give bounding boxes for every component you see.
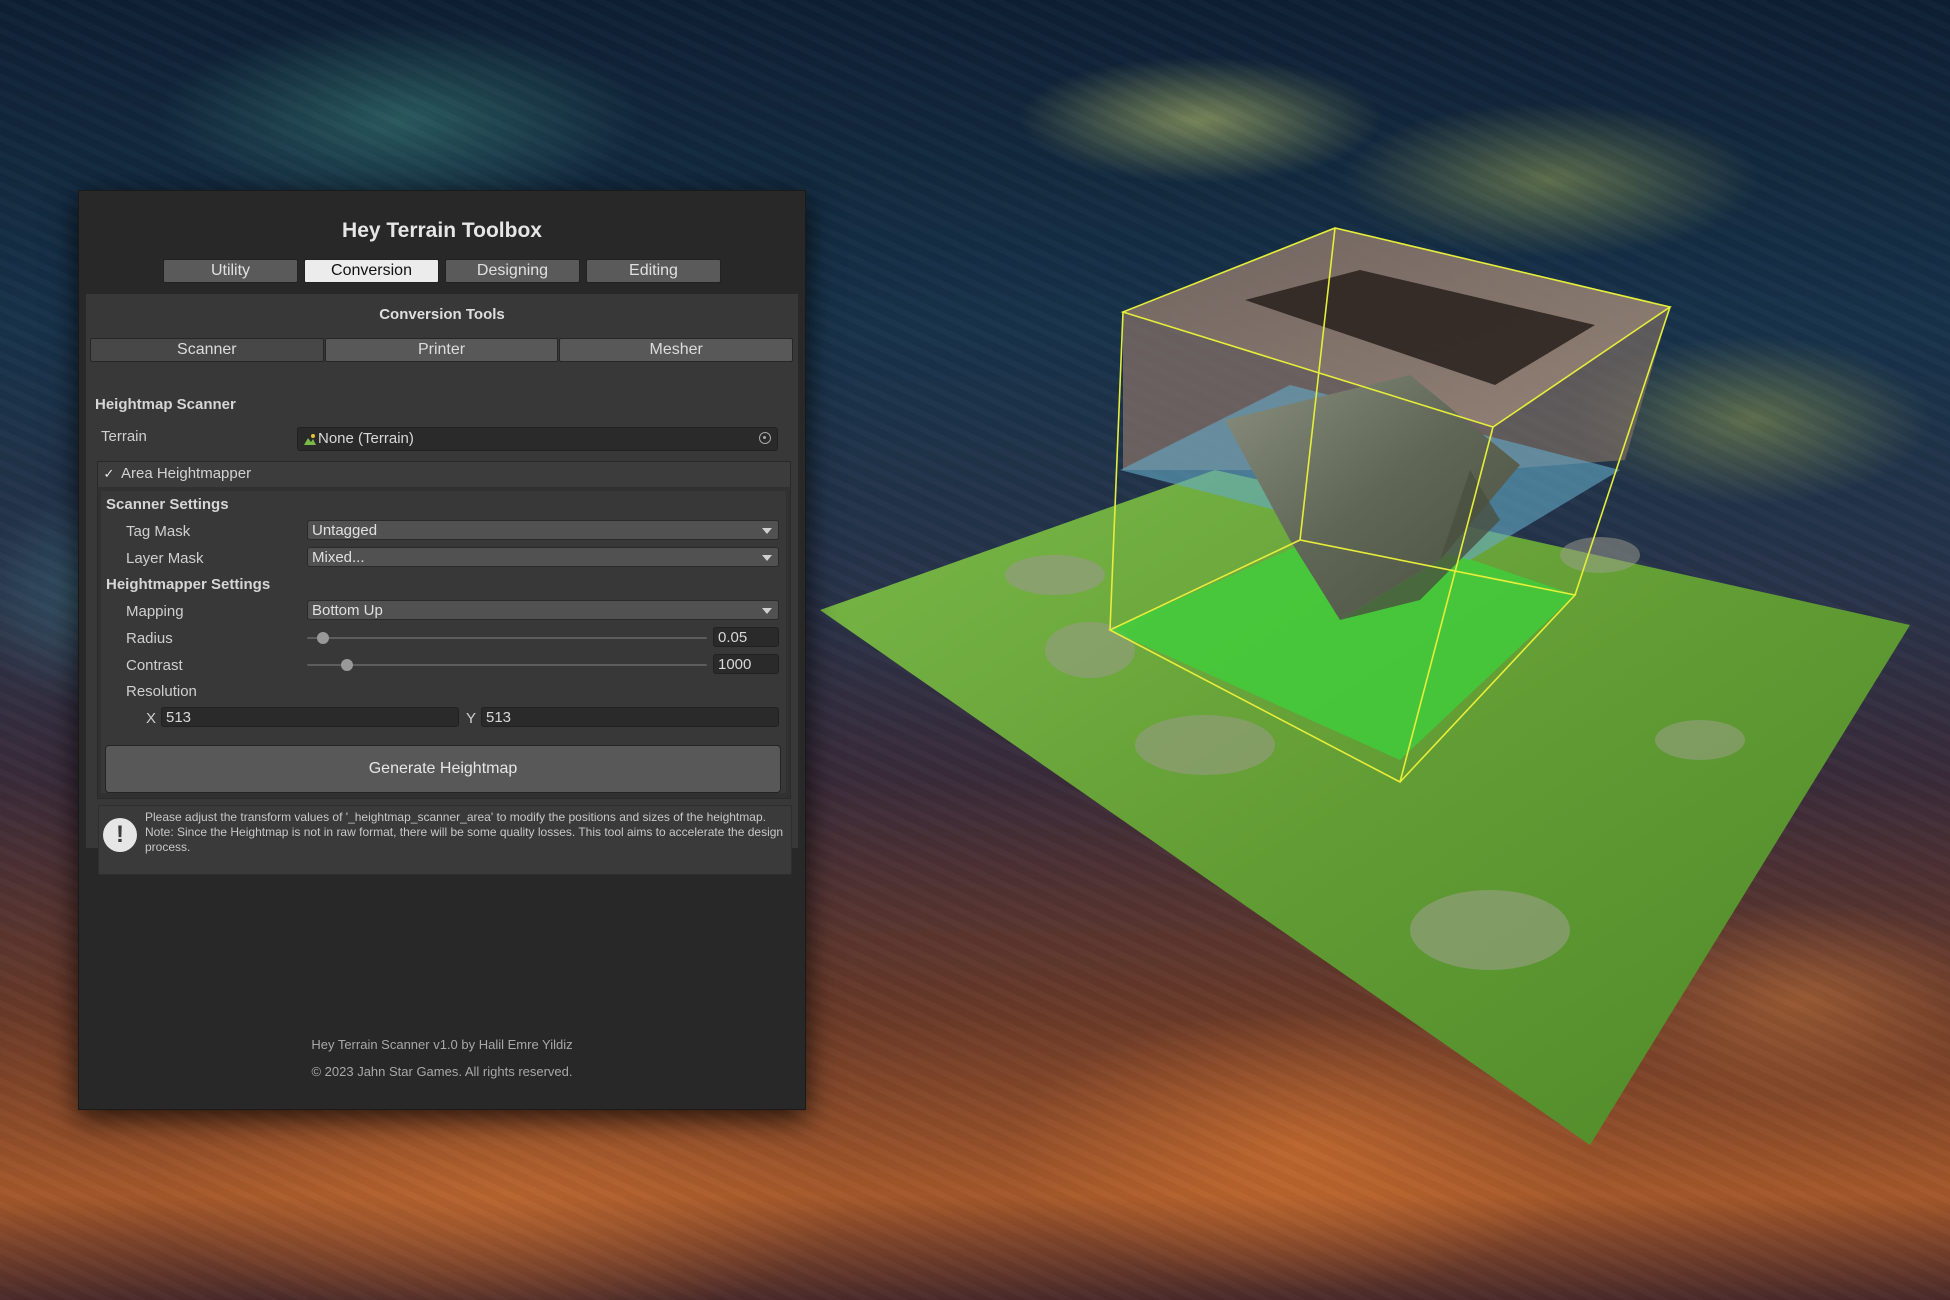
tab-designing[interactable]: Designing [445, 259, 580, 283]
terrain-rock-patch [1005, 555, 1105, 595]
terrain-rock-patch [1560, 537, 1640, 573]
generate-heightmap-button[interactable]: Generate Heightmap [105, 745, 781, 793]
mapping-label: Mapping [126, 603, 184, 620]
area-heightmapper-checkbox[interactable]: ✓ [102, 467, 116, 481]
resolution-label: Resolution [126, 683, 197, 700]
mapping-dropdown[interactable]: Bottom Up [307, 600, 779, 620]
chevron-down-icon [762, 608, 772, 614]
panel-title: Conversion Tools [379, 306, 505, 323]
res-x-input[interactable]: 513 [161, 707, 459, 727]
contrast-input[interactable]: 1000 [713, 654, 779, 674]
layer-mask-value: Mixed... [312, 549, 365, 566]
area-heightmapper-header[interactable]: ✓ Area Heightmapper [98, 462, 790, 487]
tab-utility[interactable]: Utility [163, 259, 298, 283]
terrain-value: None (Terrain) [318, 430, 414, 447]
subtab-scanner[interactable]: Scanner [90, 338, 324, 362]
heightmap-scanner-heading: Heightmap Scanner [95, 396, 236, 413]
contrast-slider[interactable] [307, 659, 707, 671]
tab-editing[interactable]: Editing [586, 259, 721, 283]
heightmapper-settings-heading: Heightmapper Settings [106, 576, 271, 593]
radius-slider-thumb[interactable] [317, 632, 329, 644]
main-tab-bar: Utility Conversion Designing Editing [163, 259, 721, 283]
mapping-value: Bottom Up [312, 602, 383, 619]
tag-mask-dropdown[interactable]: Untagged [307, 520, 779, 540]
radius-slider[interactable] [307, 632, 707, 644]
footer-credit: Hey Terrain Scanner v1.0 by Halil Emre Y… [311, 1037, 573, 1052]
help-box: ! Please adjust the transform values of … [98, 805, 792, 875]
terrain-icon [304, 434, 316, 445]
warning-icon: ! [103, 818, 137, 852]
contrast-label: Contrast [126, 657, 183, 674]
help-text: Please adjust the transform values of '_… [145, 810, 785, 855]
tab-conversion[interactable]: Conversion [304, 259, 439, 283]
object-picker-icon[interactable] [759, 432, 771, 444]
res-x-label: X [146, 710, 157, 727]
footer-copyright: © 2023 Jahn Star Games. All rights reser… [311, 1064, 573, 1079]
window-title: Hey Terrain Toolbox [342, 219, 542, 242]
subtab-printer[interactable]: Printer [324, 338, 559, 362]
area-heightmapper-label: Area Heightmapper [121, 465, 252, 482]
contrast-slider-thumb[interactable] [341, 659, 353, 671]
terrain-rock-patch [1410, 890, 1570, 970]
tag-mask-value: Untagged [312, 522, 378, 539]
terrain-rock-patch [1135, 715, 1275, 775]
res-y-label: Y [466, 710, 477, 727]
terrain-label: Terrain [101, 428, 147, 445]
scanner-settings-heading: Scanner Settings [106, 496, 229, 513]
radius-label: Radius [126, 630, 173, 647]
help-line-2: Note: Since the Heightmap is not in raw … [145, 825, 784, 854]
sub-tab-bar: Scanner Printer Mesher [90, 338, 794, 362]
radius-input[interactable]: 0.05 [713, 627, 779, 647]
res-y-input[interactable]: 513 [481, 707, 779, 727]
chevron-down-icon [762, 555, 772, 561]
terrain-rock-patch [1655, 720, 1745, 760]
subtab-mesher[interactable]: Mesher [559, 338, 794, 362]
help-line-1: Please adjust the transform values of '_… [145, 810, 766, 824]
terrain-object-field[interactable]: None (Terrain) [297, 427, 778, 451]
tag-mask-label: Tag Mask [126, 523, 191, 540]
chevron-down-icon [762, 528, 772, 534]
layer-mask-dropdown[interactable]: Mixed... [307, 547, 779, 567]
layer-mask-label: Layer Mask [126, 550, 204, 567]
